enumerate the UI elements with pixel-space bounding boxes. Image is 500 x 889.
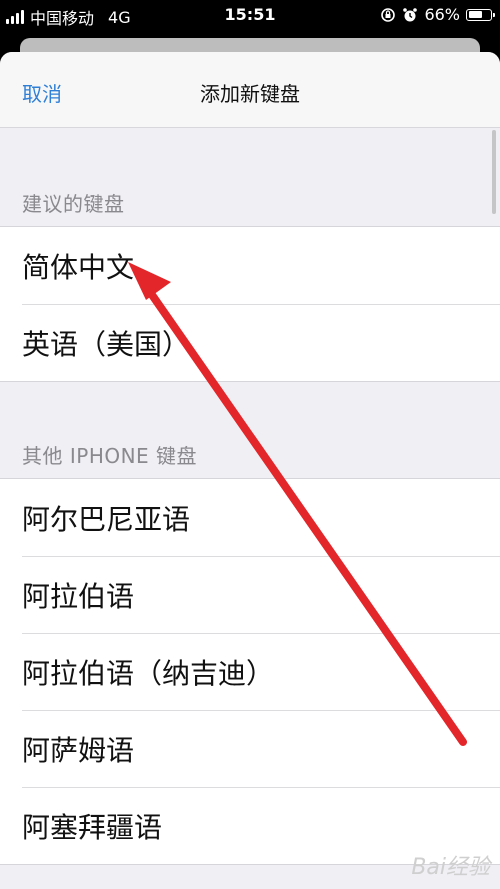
annotation-arrow — [128, 262, 467, 746]
watermark: Bai经验 — [411, 855, 490, 880]
